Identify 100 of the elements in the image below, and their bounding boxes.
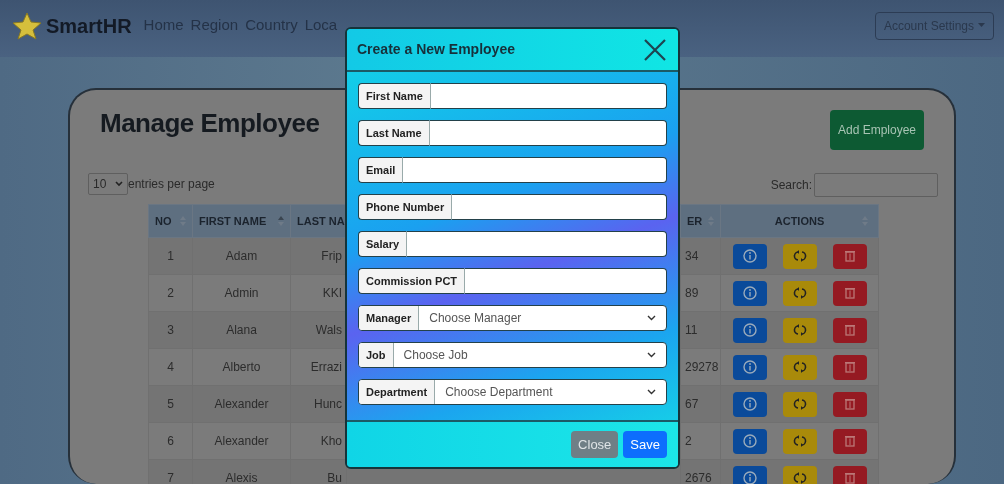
info-button[interactable] <box>732 354 767 380</box>
field-label: Last Name <box>358 120 430 146</box>
delete-button[interactable] <box>832 391 867 417</box>
delete-button[interactable] <box>832 317 867 343</box>
update-button[interactable] <box>782 465 817 484</box>
update-button[interactable] <box>782 391 817 417</box>
refresh-icon <box>792 397 807 411</box>
input-field[interactable] <box>430 83 667 109</box>
trash-icon <box>842 360 857 374</box>
info-icon <box>742 397 757 411</box>
brand-name[interactable]: SmartHR <box>46 10 132 41</box>
caret-icon <box>978 23 985 28</box>
search-field[interactable] <box>814 173 938 197</box>
save-button[interactable]: Save <box>623 430 667 459</box>
refresh-icon <box>792 323 807 337</box>
close-icon <box>643 37 667 62</box>
column-header: ACTIONS <box>774 213 825 229</box>
info-icon <box>742 434 757 448</box>
phone-cell: 34 <box>685 249 699 263</box>
trash-icon <box>842 434 857 448</box>
delete-button[interactable] <box>832 428 867 454</box>
field-label: Job <box>359 343 394 367</box>
update-button[interactable] <box>782 428 817 454</box>
star-icon <box>12 11 42 40</box>
field-label: Manager <box>359 306 420 330</box>
close-button[interactable]: Close <box>571 430 619 459</box>
select-field[interactable]: Job Choose Job <box>358 342 667 368</box>
delete-button[interactable] <box>832 280 867 306</box>
info-button[interactable] <box>732 391 767 417</box>
first-name-cell: Alana <box>226 323 257 337</box>
trash-icon <box>842 249 857 263</box>
column-header: NO <box>155 213 172 229</box>
sort-ascending-icon <box>278 216 284 226</box>
input-field[interactable] <box>403 157 667 183</box>
close-button[interactable] <box>642 36 668 63</box>
first-name-cell: Admin <box>224 286 259 300</box>
delete-button[interactable] <box>832 465 867 484</box>
select-field[interactable]: Manager Choose Manager <box>358 305 667 331</box>
last-name-cell: Wals <box>315 323 342 337</box>
column-header: ER <box>687 213 703 229</box>
last-name-cell: Errazi <box>310 360 342 374</box>
phone-cell: 11 <box>685 323 698 337</box>
page-size-select[interactable]: 10 <box>88 173 128 195</box>
caret-icon <box>115 181 123 187</box>
number-cell: 4 <box>167 360 174 374</box>
info-icon <box>742 360 757 374</box>
first-name-cell: Adam <box>225 249 258 263</box>
info-button[interactable] <box>732 243 767 269</box>
refresh-icon <box>792 360 807 374</box>
info-button[interactable] <box>732 317 767 343</box>
update-button[interactable] <box>782 317 817 343</box>
add-employee-button[interactable]: Add Employee <box>829 110 924 150</box>
field-label: Email <box>358 157 404 183</box>
field-label: First Name <box>358 83 431 109</box>
number-cell: 7 <box>167 471 174 484</box>
delete-button[interactable] <box>832 354 867 380</box>
info-button[interactable] <box>732 280 767 306</box>
input-field[interactable] <box>429 120 667 146</box>
input-field[interactable] <box>407 231 667 257</box>
chevron-down-icon <box>647 352 656 358</box>
update-button[interactable] <box>782 243 817 269</box>
field-label: Department <box>359 380 436 404</box>
last-name-cell: KKI <box>322 286 342 300</box>
first-name-cell: Alexander <box>214 397 269 411</box>
input-field[interactable] <box>452 194 667 220</box>
column-header: FIRST NAME <box>199 213 267 229</box>
last-name-cell: Kho <box>320 434 342 448</box>
info-icon <box>742 286 757 300</box>
update-button[interactable] <box>782 354 817 380</box>
phone-cell: 2676 <box>685 471 712 484</box>
refresh-icon <box>792 286 807 300</box>
refresh-icon <box>792 249 807 263</box>
field-label: Commission PCT <box>358 268 466 294</box>
trash-icon <box>842 397 857 411</box>
phone-cell: 29278 <box>685 360 719 374</box>
modal-title: Create a New Employee <box>357 41 515 58</box>
last-name-cell: Hunc <box>314 397 342 411</box>
column-header: LAST NA <box>297 213 345 229</box>
info-button[interactable] <box>732 428 767 454</box>
phone-cell: 67 <box>685 397 699 411</box>
trash-icon <box>842 323 857 337</box>
page-title: Manage Employee <box>100 108 320 140</box>
select-field[interactable]: Department Choose Department <box>358 379 667 405</box>
input-field[interactable] <box>465 268 667 294</box>
info-icon <box>742 471 757 484</box>
last-name-cell: Bu <box>327 471 342 484</box>
update-button[interactable] <box>782 280 817 306</box>
trash-icon <box>842 471 857 484</box>
first-name-cell: Alexis <box>225 471 258 484</box>
phone-cell: 2 <box>685 434 692 448</box>
phone-cell: 89 <box>685 286 699 300</box>
search-label: Search: <box>770 177 812 194</box>
chevron-down-icon <box>647 389 656 395</box>
info-icon <box>742 249 757 263</box>
page-size-label: entries per page <box>128 176 215 193</box>
number-cell: 2 <box>167 286 174 300</box>
number-cell: 3 <box>167 323 174 337</box>
delete-button[interactable] <box>832 243 867 269</box>
info-button[interactable] <box>732 465 767 484</box>
number-cell: 1 <box>167 249 174 263</box>
